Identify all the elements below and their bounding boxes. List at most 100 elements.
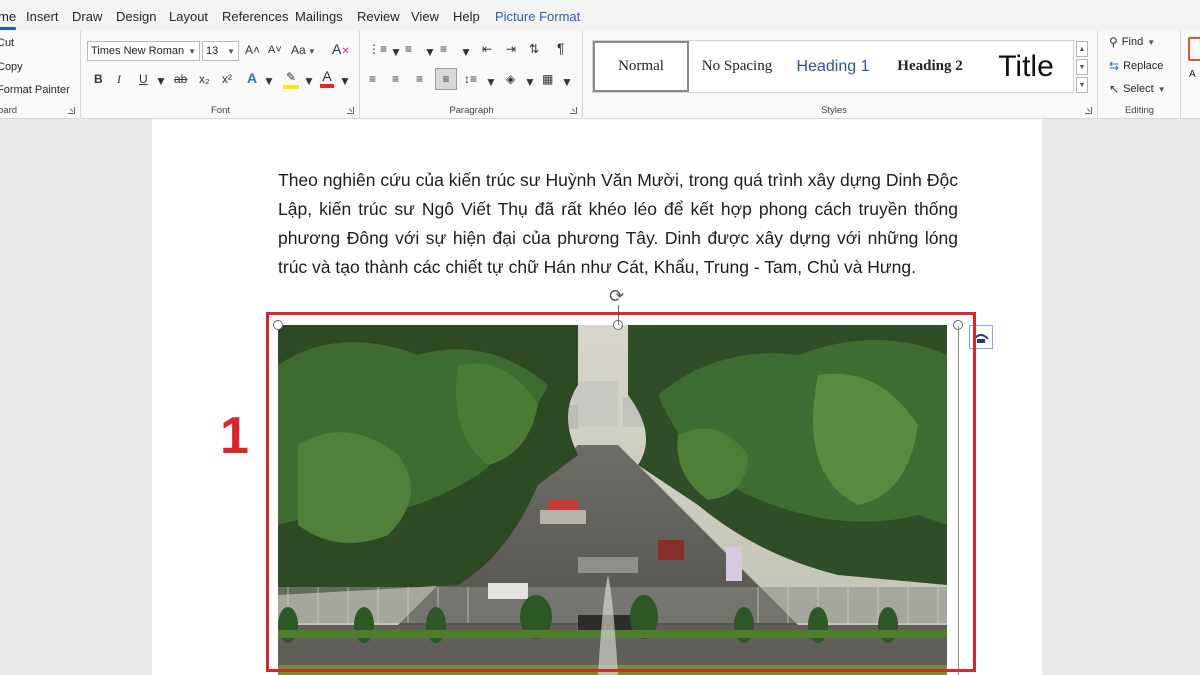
change-case-button[interactable]: Aa ▼ bbox=[291, 42, 316, 60]
paragraph-group-label: Paragraph bbox=[449, 105, 494, 116]
chevron-down-icon: ▼ bbox=[188, 46, 196, 56]
layout-options-icon bbox=[973, 334, 989, 343]
chevron-down-icon: ▼ bbox=[1147, 37, 1156, 47]
align-right-icon[interactable]: ≡ bbox=[416, 71, 423, 87]
tab-help[interactable]: Help bbox=[453, 9, 480, 24]
clipboard-launcher[interactable] bbox=[68, 107, 75, 114]
tab-insert[interactable]: Insert bbox=[26, 9, 59, 24]
styles-scroll-down[interactable]: ▼ bbox=[1076, 59, 1088, 75]
borders-icon[interactable]: ▦ bbox=[542, 71, 553, 87]
tab-layout[interactable]: Layout bbox=[169, 9, 208, 24]
shading-icon[interactable]: ◈ bbox=[506, 71, 515, 87]
italic-button[interactable]: I bbox=[117, 71, 121, 87]
font-size-value: 13 bbox=[206, 45, 219, 57]
addins-group: A bbox=[1182, 31, 1200, 119]
tab-references[interactable]: References bbox=[222, 9, 288, 24]
clipboard-group: Cut Copy Format Painter oard bbox=[0, 31, 81, 119]
styles-scroll-up[interactable]: ▲ bbox=[1076, 41, 1088, 57]
change-case-label: Aa bbox=[291, 43, 306, 57]
numbering-icon[interactable]: ≡ bbox=[405, 41, 412, 57]
subscript-button[interactable]: x₂ bbox=[199, 71, 210, 87]
chevron-down-icon[interactable]: ▼ bbox=[485, 74, 497, 90]
tab-mailings[interactable]: Mailings bbox=[295, 9, 343, 24]
cut-button[interactable]: Cut bbox=[0, 37, 14, 49]
font-name-select[interactable]: Times New Roman ▼ bbox=[87, 41, 200, 61]
align-center-icon[interactable]: ≡ bbox=[392, 71, 399, 87]
chevron-down-icon[interactable]: ▼ bbox=[561, 74, 573, 90]
chevron-down-icon[interactable]: ▼ bbox=[524, 74, 536, 90]
select-label: Select bbox=[1123, 83, 1154, 95]
text-effects-button[interactable]: A bbox=[247, 70, 257, 86]
street-photo bbox=[278, 325, 947, 675]
clear-formatting-icon[interactable]: A✕ bbox=[332, 41, 350, 60]
decrease-indent-icon[interactable]: ⇤ bbox=[482, 41, 492, 57]
font-color-button[interactable]: A bbox=[320, 68, 334, 88]
styles-group-label: Styles bbox=[821, 105, 847, 116]
shrink-font-button[interactable]: A˅ bbox=[268, 42, 282, 58]
select-icon: ↖ bbox=[1109, 82, 1120, 96]
underline-button[interactable]: U bbox=[139, 71, 148, 87]
chevron-down-icon[interactable]: ▼ bbox=[263, 73, 275, 89]
resize-handle-top-left[interactable] bbox=[273, 320, 283, 330]
format-painter-label: Format Painter bbox=[0, 84, 70, 96]
show-formatting-button[interactable]: ¶ bbox=[557, 40, 565, 56]
addin-label: A bbox=[1189, 69, 1196, 80]
highlight-icon[interactable]: ✎ bbox=[283, 69, 299, 89]
style-normal[interactable]: Normal bbox=[593, 41, 689, 92]
style-no-spacing[interactable]: No Spacing bbox=[691, 41, 783, 92]
chevron-down-icon[interactable]: ▼ bbox=[339, 73, 351, 89]
menu-bar: me Insert Draw Design Layout References … bbox=[0, 0, 1200, 31]
chevron-down-icon: ▼ bbox=[227, 46, 235, 56]
paragraph-group: ⋮≡ ▼ ≡ ▼ ≡ ▼ ⇤ ⇥ ⇅ ¶ ≡ ≡ ≡ ≡ ↕≡ ▼ ◈ ▼ ▦ … bbox=[361, 31, 583, 119]
justify-icon[interactable]: ≡ bbox=[435, 68, 457, 90]
find-label: Find bbox=[1121, 36, 1144, 48]
tab-home[interactable]: me bbox=[0, 9, 17, 30]
superscript-button[interactable]: x² bbox=[222, 71, 232, 87]
strikethrough-button[interactable]: ab bbox=[174, 71, 187, 87]
chevron-down-icon[interactable]: ▼ bbox=[424, 44, 436, 60]
font-launcher[interactable] bbox=[347, 107, 354, 114]
styles-more[interactable]: ▼ bbox=[1076, 77, 1088, 93]
tab-picture-format[interactable]: Picture Format bbox=[495, 9, 580, 24]
document-paragraph[interactable]: Theo nghiên cứu của kiến trúc sư Huỳnh V… bbox=[278, 166, 958, 282]
replace-button[interactable]: ⇆ Replace bbox=[1109, 60, 1163, 72]
font-name-value: Times New Roman bbox=[91, 45, 185, 57]
paragraph-launcher[interactable] bbox=[570, 107, 577, 114]
sort-icon[interactable]: ⇅ bbox=[529, 41, 539, 57]
styles-launcher[interactable] bbox=[1085, 107, 1092, 114]
rotate-icon[interactable]: ⟳ bbox=[609, 286, 624, 307]
chevron-down-icon[interactable]: ▼ bbox=[460, 44, 472, 60]
style-title[interactable]: Title bbox=[979, 41, 1073, 92]
tab-review[interactable]: Review bbox=[357, 9, 400, 24]
cut-label: Cut bbox=[0, 37, 15, 49]
grow-font-button[interactable]: A˄ bbox=[245, 42, 260, 58]
line-spacing-icon[interactable]: ↕≡ bbox=[464, 71, 477, 87]
chevron-down-icon[interactable]: ▼ bbox=[390, 44, 402, 60]
increase-indent-icon[interactable]: ⇥ bbox=[506, 41, 516, 57]
chevron-down-icon[interactable]: ▼ bbox=[303, 73, 315, 89]
style-heading-1[interactable]: Heading 1 bbox=[785, 41, 881, 92]
style-heading-2[interactable]: Heading 2 bbox=[883, 41, 977, 92]
font-group-label: Font bbox=[210, 105, 230, 116]
inserted-picture[interactable] bbox=[278, 325, 947, 675]
chevron-down-icon[interactable]: ▼ bbox=[155, 73, 167, 89]
bullets-icon[interactable]: ⋮≡ bbox=[368, 41, 387, 57]
format-painter-button[interactable]: Format Painter bbox=[0, 84, 70, 96]
styles-gallery: Normal No Spacing Heading 1 Heading 2 Ti… bbox=[592, 40, 1074, 93]
chevron-down-icon: ▼ bbox=[1157, 84, 1166, 94]
find-button[interactable]: ⚲ Find ▼ bbox=[1109, 36, 1155, 48]
bold-button[interactable]: B bbox=[94, 71, 103, 87]
tab-draw[interactable]: Draw bbox=[72, 9, 102, 24]
selection-border-right bbox=[958, 326, 959, 675]
addin-icon[interactable] bbox=[1188, 37, 1200, 61]
copy-button[interactable]: Copy bbox=[0, 61, 23, 73]
ribbon: Cut Copy Format Painter oard Times New R… bbox=[0, 31, 1200, 119]
select-button[interactable]: ↖ Select ▼ bbox=[1109, 83, 1166, 95]
tab-design[interactable]: Design bbox=[116, 9, 156, 24]
align-left-icon[interactable]: ≡ bbox=[369, 71, 376, 87]
font-size-select[interactable]: 13 ▼ bbox=[202, 41, 239, 61]
multilevel-list-icon[interactable]: ≡ bbox=[440, 41, 447, 57]
tab-view[interactable]: View bbox=[411, 9, 439, 24]
font-group: Times New Roman ▼ 13 ▼ A˄ A˅ Aa ▼ A✕ B I U… bbox=[82, 31, 360, 119]
layout-options-button[interactable] bbox=[969, 325, 993, 349]
